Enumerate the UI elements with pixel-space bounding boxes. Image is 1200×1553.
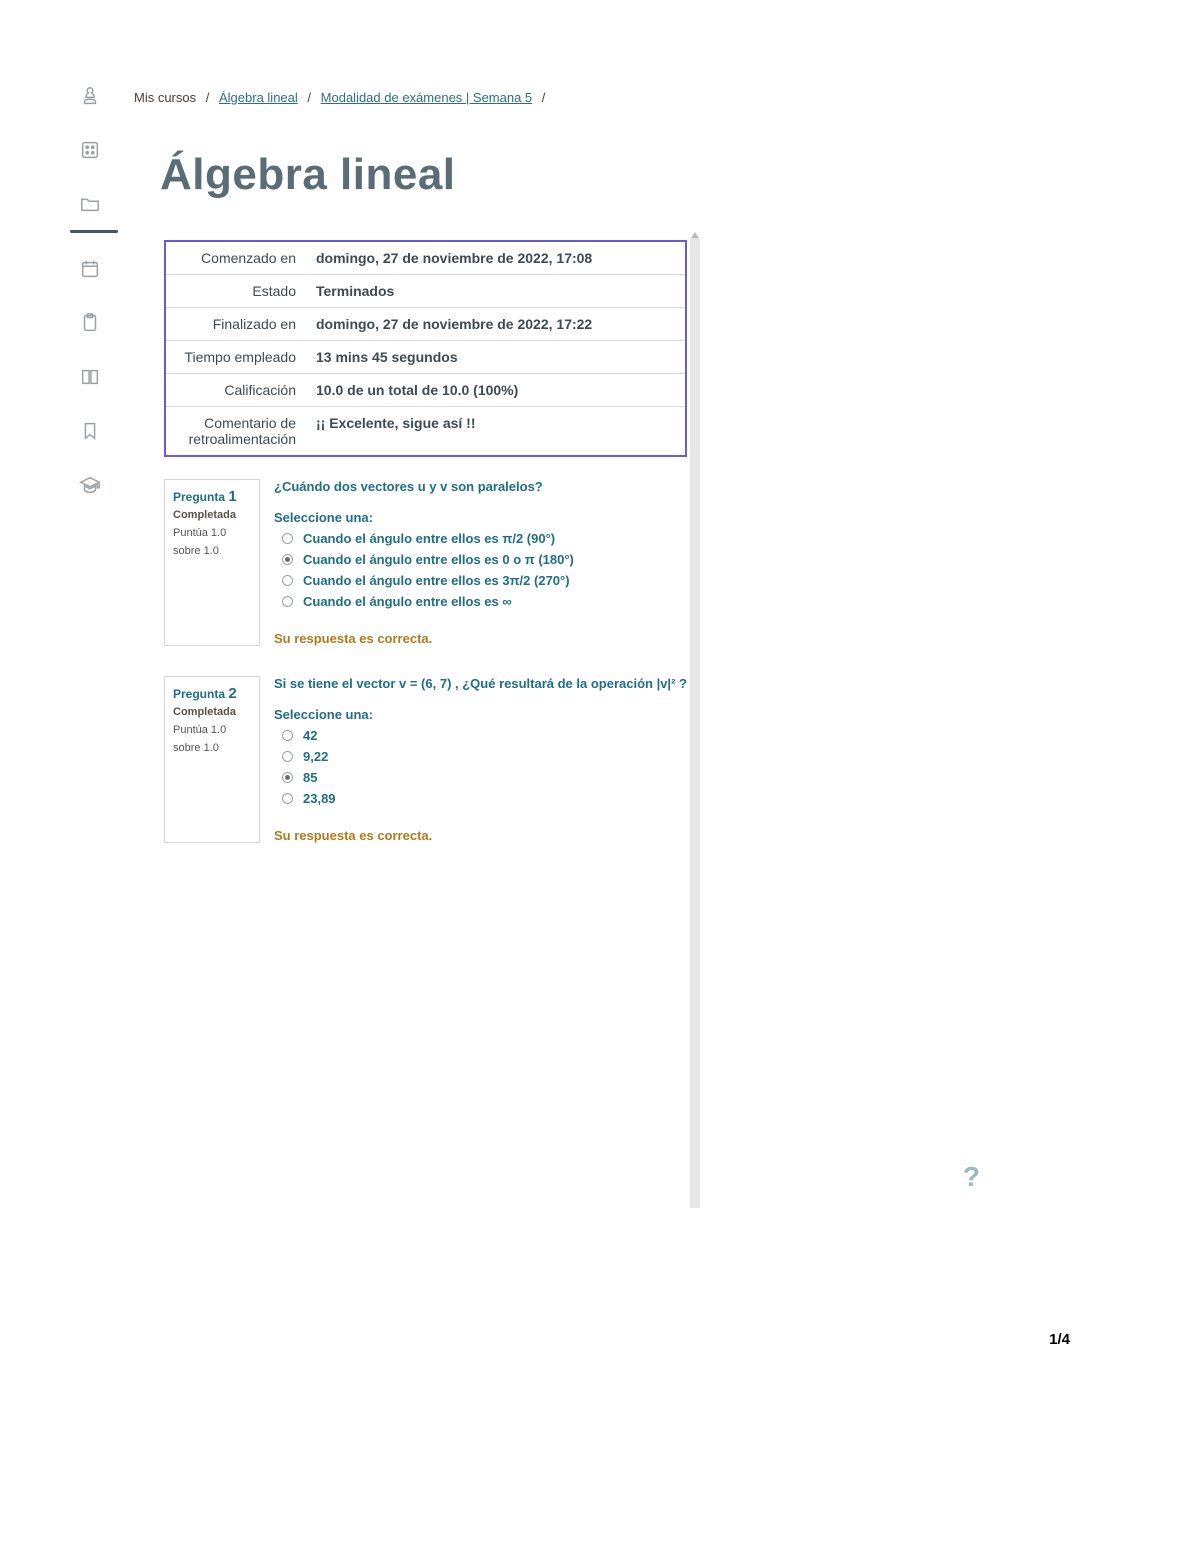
dice-icon[interactable] xyxy=(76,136,104,164)
option-4[interactable]: Cuando el ángulo entre ellos es ∞ xyxy=(282,594,687,609)
radio-icon xyxy=(282,793,293,804)
cap-icon[interactable] xyxy=(76,471,104,499)
option-text: Cuando el ángulo entre ellos es 3π/2 (27… xyxy=(303,573,570,588)
radio-icon xyxy=(282,596,293,607)
question-prompt: Si se tiene el vector v = (6, 7) , ¿Qué … xyxy=(274,676,687,691)
question-1: Pregunta 1 Completada Puntúa 1.0 sobre 1… xyxy=(164,479,687,646)
help-icon[interactable]: ? xyxy=(963,1161,980,1193)
radio-icon xyxy=(282,772,293,783)
page-title: Álgebra lineal xyxy=(160,150,456,200)
label-state: Estado xyxy=(166,275,306,307)
radio-icon xyxy=(282,730,293,741)
option-text: 85 xyxy=(303,770,317,785)
option-text: 9,22 xyxy=(303,749,328,764)
attempt-summary: Comenzado en domingo, 27 de noviembre de… xyxy=(164,240,687,457)
option-2[interactable]: 9,22 xyxy=(282,749,687,764)
option-2[interactable]: Cuando el ángulo entre ellos es 0 o π (1… xyxy=(282,552,687,567)
question-points-total: sobre 1.0 xyxy=(173,742,251,754)
option-text: Cuando el ángulo entre ellos es π/2 (90°… xyxy=(303,531,555,546)
option-1[interactable]: Cuando el ángulo entre ellos es π/2 (90°… xyxy=(282,531,687,546)
scrollbar[interactable] xyxy=(690,238,700,1208)
option-text: Cuando el ángulo entre ellos es ∞ xyxy=(303,594,512,609)
feedback: Su respuesta es correcta. xyxy=(274,828,687,843)
value-finished: domingo, 27 de noviembre de 2022, 17:22 xyxy=(306,308,685,340)
question-status: Completada xyxy=(173,509,251,521)
value-time: 13 mins 45 segundos xyxy=(306,341,685,373)
option-text: 23,89 xyxy=(303,791,336,806)
crumb-sep: / xyxy=(536,90,552,105)
calendar-icon[interactable] xyxy=(76,255,104,283)
question-2: Pregunta 2 Completada Puntúa 1.0 sobre 1… xyxy=(164,676,687,843)
label-started: Comenzado en xyxy=(166,242,306,274)
clipboard-icon[interactable] xyxy=(76,309,104,337)
crumb-mycourses[interactable]: Mis cursos xyxy=(134,90,196,105)
book-icon[interactable] xyxy=(76,363,104,391)
pawn-icon[interactable] xyxy=(76,82,104,110)
radio-icon xyxy=(282,751,293,762)
label-comment: Comentario de retroalimentación xyxy=(166,407,306,455)
question-word: Pregunta xyxy=(173,687,225,701)
select-one-label: Seleccione una: xyxy=(274,510,687,525)
sidebar xyxy=(70,82,110,525)
label-finished: Finalizado en xyxy=(166,308,306,340)
option-1[interactable]: 42 xyxy=(282,728,687,743)
question-meta: Pregunta 1 Completada Puntúa 1.0 sobre 1… xyxy=(164,479,260,646)
radio-icon xyxy=(282,575,293,586)
page-number: 1/4 xyxy=(1049,1331,1070,1348)
question-number: 2 xyxy=(228,685,236,702)
radio-icon xyxy=(282,554,293,565)
question-points: Puntúa 1.0 xyxy=(173,527,251,539)
label-time: Tiempo empleado xyxy=(166,341,306,373)
bookmark-icon[interactable] xyxy=(76,417,104,445)
option-3[interactable]: Cuando el ángulo entre ellos es 3π/2 (27… xyxy=(282,573,687,588)
value-grade: 10.0 de un total de 10.0 (100%) xyxy=(306,374,685,406)
crumb-sep: / xyxy=(301,90,317,105)
value-comment: ¡¡ Excelente, sigue así !! xyxy=(306,407,685,455)
content: Comenzado en domingo, 27 de noviembre de… xyxy=(164,240,687,843)
breadcrumb: Mis cursos / Álgebra lineal / Modalidad … xyxy=(134,90,551,105)
question-body: Si se tiene el vector v = (6, 7) , ¿Qué … xyxy=(274,676,687,843)
question-number: 1 xyxy=(228,488,236,505)
question-prompt: ¿Cuándo dos vectores u y v son paralelos… xyxy=(274,479,687,494)
option-text: Cuando el ángulo entre ellos es 0 o π (1… xyxy=(303,552,574,567)
question-status: Completada xyxy=(173,706,251,718)
active-indicator xyxy=(70,230,118,233)
radio-icon xyxy=(282,533,293,544)
value-started: domingo, 27 de noviembre de 2022, 17:08 xyxy=(306,242,685,274)
question-body: ¿Cuándo dos vectores u y v son paralelos… xyxy=(274,479,687,646)
crumb-section[interactable]: Modalidad de exámenes | Semana 5 xyxy=(321,90,533,105)
question-points: Puntúa 1.0 xyxy=(173,724,251,736)
option-4[interactable]: 23,89 xyxy=(282,791,687,806)
folder-icon[interactable] xyxy=(76,190,104,218)
option-3[interactable]: 85 xyxy=(282,770,687,785)
crumb-course[interactable]: Álgebra lineal xyxy=(219,90,298,105)
label-grade: Calificación xyxy=(166,374,306,406)
option-text: 42 xyxy=(303,728,317,743)
question-meta: Pregunta 2 Completada Puntúa 1.0 sobre 1… xyxy=(164,676,260,843)
select-one-label: Seleccione una: xyxy=(274,707,687,722)
question-word: Pregunta xyxy=(173,490,225,504)
crumb-sep: / xyxy=(200,90,216,105)
value-state: Terminados xyxy=(306,275,685,307)
feedback: Su respuesta es correcta. xyxy=(274,631,687,646)
question-points-total: sobre 1.0 xyxy=(173,545,251,557)
